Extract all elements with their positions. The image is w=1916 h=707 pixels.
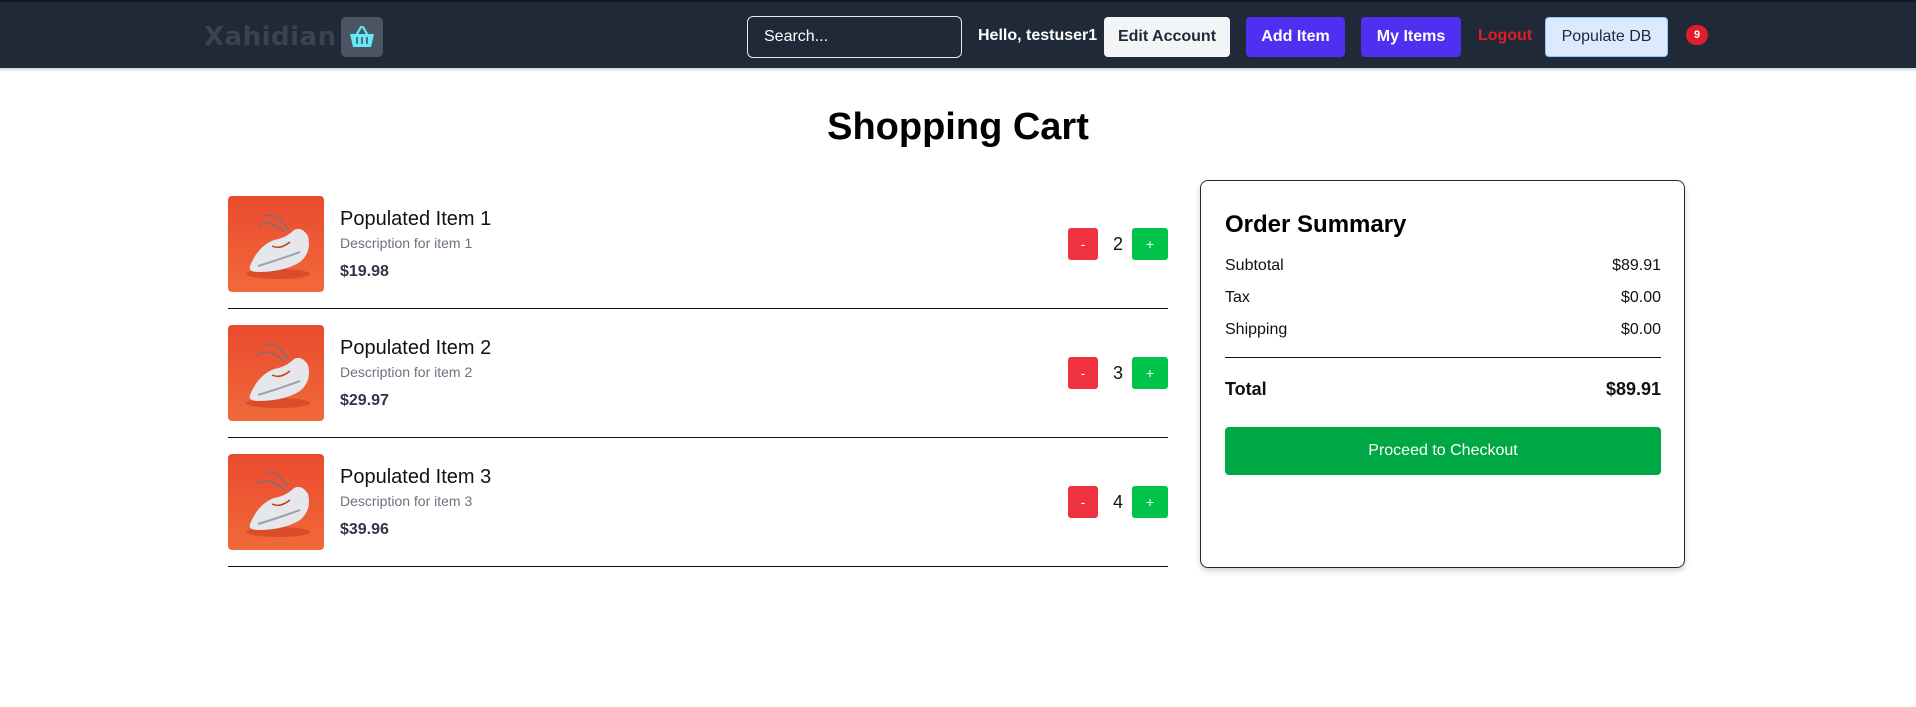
order-summary-title: Order Summary [1225,211,1407,238]
logo[interactable]: Xahidian [204,16,383,58]
cart-count-badge: 9 [1686,25,1708,45]
total-value: $89.91 [1605,379,1661,399]
logo-text: Xahidian [204,22,337,52]
page-title: Shopping Cart [827,106,1089,148]
item-price: $19.98 [340,263,389,280]
item-price: $39.96 [340,521,389,538]
subtotal-row: Subtotal $89.91 [1225,257,1661,275]
greeting-text: Hello, testuser1 [978,27,1098,44]
increase-quantity-button[interactable]: + [1132,228,1168,260]
search-input[interactable] [747,16,962,58]
product-image[interactable] [228,196,324,292]
navbar: Xahidian Hello, testuser1 Edit Account A… [0,0,1916,68]
tax-label: Tax [1225,289,1250,306]
item-description: Description for item 1 [340,235,473,251]
tax-row: Tax $0.00 [1225,289,1661,307]
shipping-label: Shipping [1225,321,1288,338]
proceed-to-checkout-button[interactable]: Proceed to Checkout [1225,427,1661,475]
item-name: Populated Item 1 [340,208,492,230]
cart-item: Populated Item 1 Description for item 1 … [228,180,1168,309]
item-name: Populated Item 3 [340,466,492,488]
edit-account-button[interactable]: Edit Account [1104,17,1230,57]
subtotal-value: $89.91 [1612,257,1661,274]
cart-icon[interactable]: 9 [1682,22,1710,50]
product-image[interactable] [228,454,324,550]
cart-item: Populated Item 2 Description for item 2 … [228,309,1168,438]
basket-icon [340,17,383,57]
populate-db-button[interactable]: Populate DB [1545,17,1668,57]
cart-item: Populated Item 3 Description for item 3 … [228,438,1168,567]
order-summary-card: Order Summary Subtotal $89.91 Tax $0.00 … [1200,180,1685,568]
item-price: $29.97 [340,392,389,409]
navbar-shadow [0,68,1916,72]
logout-link[interactable]: Logout [1478,27,1532,45]
total-row: Total $89.91 [1225,379,1661,400]
item-name: Populated Item 2 [340,337,492,359]
add-item-button[interactable]: Add Item [1246,17,1345,57]
total-label: Total [1225,379,1267,399]
increase-quantity-button[interactable]: + [1132,486,1168,518]
decrease-quantity-button[interactable]: - [1068,486,1098,518]
increase-quantity-button[interactable]: + [1132,357,1168,389]
decrease-quantity-button[interactable]: - [1068,357,1098,389]
item-description: Description for item 3 [340,493,473,509]
summary-divider [1225,357,1661,358]
shipping-value: $0.00 [1620,321,1661,338]
subtotal-label: Subtotal [1225,257,1284,274]
shipping-row: Shipping $0.00 [1225,321,1661,339]
my-items-button[interactable]: My Items [1361,17,1461,57]
decrease-quantity-button[interactable]: - [1068,228,1098,260]
tax-value: $0.00 [1620,289,1661,306]
product-image[interactable] [228,325,324,421]
cart-item-list: Populated Item 1 Description for item 1 … [228,180,1168,567]
item-description: Description for item 2 [340,364,473,380]
